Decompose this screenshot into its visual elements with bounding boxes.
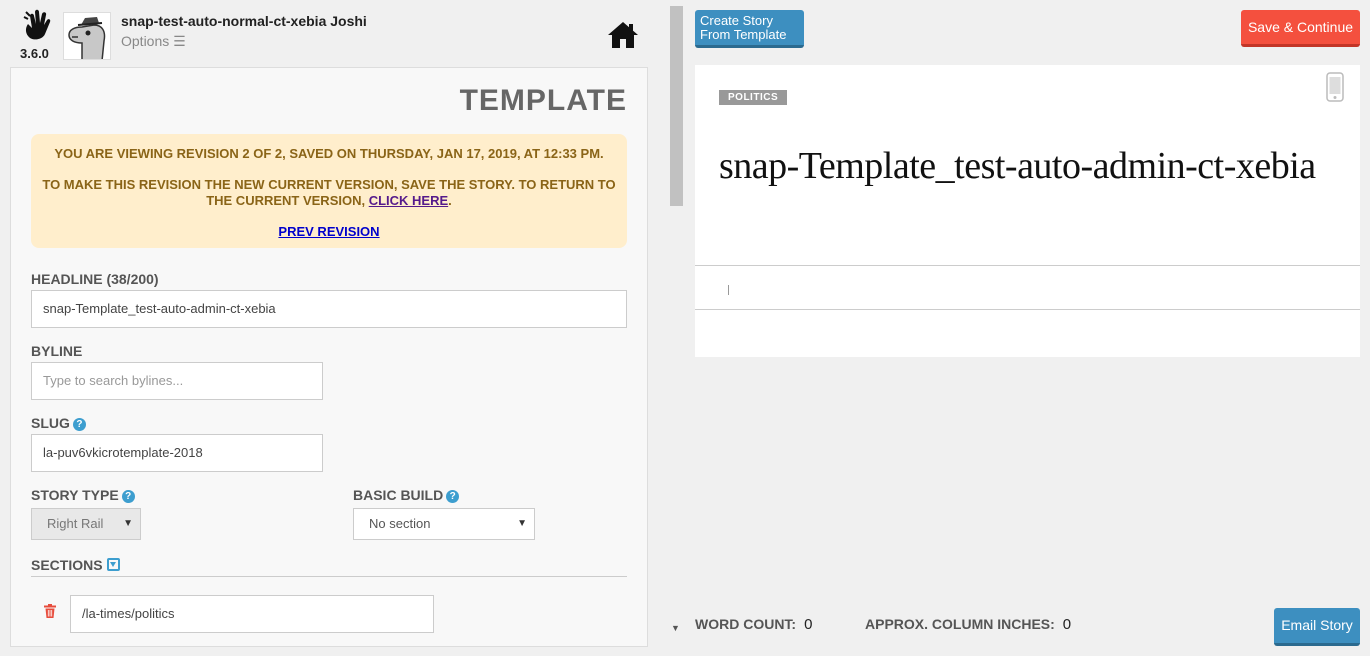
- divider: [695, 309, 1360, 310]
- chevron-down-icon: ▼: [123, 518, 133, 529]
- slug-label-text: SLUG: [31, 415, 70, 431]
- column-inches-label: APPROX. COLUMN INCHES:: [865, 616, 1055, 632]
- headline-input[interactable]: snap-Template_test-auto-admin-ct-xebia: [31, 290, 627, 328]
- story-title: snap-test-auto-normal-ct-xebia Joshi: [121, 13, 367, 29]
- sections-label-text: SECTIONS: [31, 557, 103, 573]
- chevron-down-icon: ▼: [517, 518, 527, 529]
- headline-label: HEADLINE (38/200): [31, 271, 159, 287]
- help-icon[interactable]: ?: [446, 490, 460, 503]
- revision-instruction: TO MAKE THIS REVISION THE NEW CURRENT VE…: [41, 177, 617, 209]
- basic-build-value: No section: [369, 516, 431, 531]
- story-type-label-text: STORY TYPE: [31, 487, 119, 503]
- app-header: 3.6.0 snap-test-auto-normal-ct-xebia Jos…: [0, 0, 660, 66]
- panel-title: TEMPLATE: [459, 84, 627, 117]
- byline-placeholder: Type to search bylines...: [43, 373, 184, 388]
- column-inches: APPROX. COLUMN INCHES: 0: [865, 616, 1071, 633]
- word-count-label: WORD COUNT:: [695, 616, 797, 632]
- collapse-toggle-icon[interactable]: [106, 558, 120, 571]
- help-icon[interactable]: ?: [72, 418, 86, 431]
- text-cursor[interactable]: [728, 285, 729, 295]
- scroll-down-arrow-icon[interactable]: ▼: [671, 623, 680, 633]
- revision-notice: YOU ARE VIEWING REVISION 2 OF 2, SAVED O…: [31, 134, 627, 248]
- story-preview: POLITICS snap-Template_test-auto-admin-c…: [695, 65, 1360, 357]
- slug-label: SLUG?: [31, 415, 86, 431]
- click-here-link[interactable]: CLICK HERE: [369, 193, 448, 208]
- dinosaur-avatar[interactable]: [63, 12, 111, 60]
- slug-input[interactable]: la-puv6vkicrotemplate-2018: [31, 434, 323, 472]
- column-inches-value: 0: [1062, 616, 1072, 633]
- create-from-template-button[interactable]: Create Story From Template: [695, 10, 804, 48]
- prev-revision: PREV REVISION: [31, 224, 627, 239]
- story-form-panel: TEMPLATE YOU ARE VIEWING REVISION 2 OF 2…: [10, 67, 648, 647]
- story-type-select[interactable]: Right Rail ▼: [31, 508, 141, 540]
- section-tag: POLITICS: [719, 90, 788, 105]
- revision-period: .: [448, 193, 452, 208]
- preview-headline: snap-Template_test-auto-admin-ct-xebia: [719, 145, 1316, 187]
- options-menu[interactable]: Options ☰: [121, 33, 186, 50]
- basic-build-select[interactable]: No section ▼: [353, 508, 535, 540]
- app-version: 3.6.0: [20, 46, 49, 61]
- hand-logo-icon[interactable]: [22, 8, 52, 42]
- basic-build-label-text: BASIC BUILD: [353, 487, 444, 503]
- divider: [31, 576, 627, 577]
- home-icon[interactable]: [607, 20, 639, 50]
- email-story-button[interactable]: Email Story: [1274, 608, 1360, 646]
- story-type-value: Right Rail: [47, 516, 104, 531]
- divider: [695, 265, 1360, 266]
- word-count: WORD COUNT: 0: [695, 616, 812, 633]
- revision-status-text: YOU ARE VIEWING REVISION 2 OF 2, SAVED O…: [54, 146, 604, 161]
- trash-icon[interactable]: [44, 604, 56, 618]
- basic-build-label: BASIC BUILD?: [353, 487, 460, 503]
- word-count-value: 0: [804, 616, 813, 633]
- sections-label: SECTIONS: [31, 557, 120, 573]
- byline-label: BYLINE: [31, 343, 83, 359]
- byline-input[interactable]: Type to search bylines...: [31, 362, 323, 400]
- section-input[interactable]: /la-times/politics: [70, 595, 434, 633]
- story-type-label: STORY TYPE?: [31, 487, 135, 503]
- help-icon[interactable]: ?: [121, 490, 135, 503]
- scrollbar-thumb[interactable]: [670, 6, 683, 206]
- revision-instruction-text: TO MAKE THIS REVISION THE NEW CURRENT VE…: [42, 177, 616, 208]
- mobile-phone-icon[interactable]: [1326, 72, 1344, 102]
- save-continue-button[interactable]: Save & Continue: [1241, 10, 1360, 47]
- prev-revision-link[interactable]: PREV REVISION: [278, 224, 379, 239]
